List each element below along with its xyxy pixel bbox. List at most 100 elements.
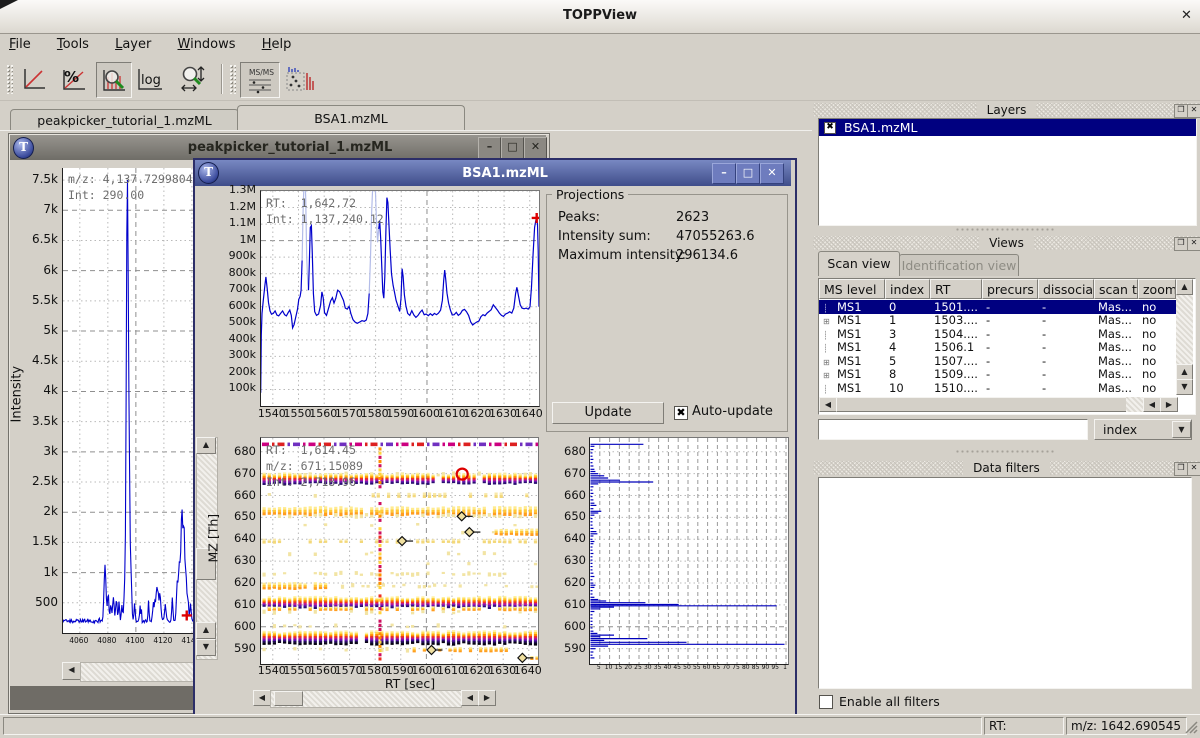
heatmap-hscroll-left2-button[interactable]: ◀: [461, 690, 479, 706]
views-close-icon[interactable]: ✕: [1187, 237, 1200, 251]
table-row[interactable]: ┊MS131504....--Mas...no: [819, 327, 1176, 341]
column-header-scan-ty[interactable]: scan ty: [1094, 279, 1138, 299]
window1-maximize-button[interactable]: □: [501, 137, 524, 159]
scan-table-vscroll-up-button[interactable]: ▲: [1176, 279, 1193, 295]
data-filters-list[interactable]: [818, 477, 1192, 689]
table-cell: ┊MS1: [819, 327, 885, 341]
window-bsa1-title: BSA1.mzML: [219, 166, 791, 181]
zoom-1d-icon[interactable]: [176, 62, 210, 96]
table-row[interactable]: ┊MS101501....--Mas...no: [819, 300, 1176, 314]
table-cell: 1510....: [930, 381, 982, 395]
table-row[interactable]: ⊞MS151507....--Mas...no: [819, 354, 1176, 368]
heatmap-vscroll-up-button[interactable]: ▲: [196, 437, 216, 454]
window-peakpicker-titlebar[interactable]: T peakpicker_tutorial_1.mzML: [10, 135, 546, 160]
heatmap-hscroll-thumb[interactable]: [274, 691, 303, 706]
tab-identification-view[interactable]: Identification view: [899, 254, 1019, 276]
window2-minimize-button[interactable]: –: [712, 163, 736, 184]
column-header-zoom[interactable]: zoom: [1138, 279, 1176, 299]
column-header-rt[interactable]: RT: [930, 279, 982, 299]
tree-branch-icon: ┊: [823, 344, 837, 353]
table-cell: Mas...: [1094, 381, 1138, 395]
filters-close-icon[interactable]: ✕: [1187, 462, 1200, 476]
update-button[interactable]: Update: [552, 402, 664, 424]
expand-icon[interactable]: ⊞: [823, 317, 837, 326]
layers-list[interactable]: ✖ BSA1.mzML: [818, 118, 1197, 226]
msms-glyph: MS/MS: [249, 68, 274, 77]
menu-help[interactable]: Help: [253, 33, 305, 56]
log-intensity-icon[interactable]: log: [133, 62, 167, 96]
table-row[interactable]: ⊞MS181509....--Mas...no: [819, 368, 1176, 382]
column-header-index[interactable]: index: [885, 279, 930, 299]
table-row[interactable]: ┊MS141506.1--Mas...no: [819, 341, 1176, 355]
scan-table-hscroll-thumb[interactable]: [836, 397, 1128, 412]
column-header-ms-level[interactable]: MS level: [819, 279, 885, 299]
toolbar-drag-handle-2[interactable]: [229, 64, 236, 94]
menu-file[interactable]: File: [0, 33, 44, 56]
tab-bsa1[interactable]: BSA1.mzML: [237, 105, 465, 131]
expand-icon[interactable]: ⊞: [823, 371, 837, 380]
table-cell: -: [982, 313, 1038, 327]
table-cell: ┊MS1: [819, 300, 885, 314]
combo-dropdown-icon[interactable]: ▼: [1172, 421, 1191, 438]
column-header-precurs[interactable]: precurs: [982, 279, 1038, 299]
menu-tools[interactable]: Tools: [48, 33, 102, 56]
window1-close-button[interactable]: ✕: [524, 137, 547, 159]
tab-peakpicker[interactable]: peakpicker_tutorial_1.mzML: [10, 109, 239, 131]
scan-table-vscroll-up2-button[interactable]: ▲: [1176, 364, 1193, 380]
column-header-dissocia[interactable]: dissocia: [1038, 279, 1094, 299]
toolbar-drag-handle[interactable]: [6, 64, 13, 94]
table-cell: no: [1138, 313, 1176, 327]
window-bsa1-titlebar[interactable]: T BSA1.mzML: [195, 160, 791, 186]
table-cell: -: [982, 340, 1038, 354]
msms-view-icon[interactable]: MS/MS: [240, 62, 280, 98]
scan-search-input[interactable]: [818, 419, 1088, 440]
window1-hscroll-left-button[interactable]: ◀: [62, 662, 81, 680]
expand-icon[interactable]: ⊞: [823, 358, 837, 367]
table-row[interactable]: ┊MS1101510....--Mas...no: [819, 381, 1176, 395]
resize-grip-icon[interactable]: [1184, 720, 1198, 734]
scan-filter-combo[interactable]: index ▼: [1094, 419, 1192, 440]
auto-update-checkbox[interactable]: ✖: [674, 406, 688, 420]
reset-zoom-icon[interactable]: [17, 62, 51, 96]
dock-splitter-2[interactable]: [955, 449, 1055, 454]
scan-table-vscroll-down-button[interactable]: ▼: [1176, 379, 1193, 395]
menu-windows[interactable]: Windows: [169, 33, 249, 56]
layer-item-bsa1[interactable]: ✖ BSA1.mzML: [819, 119, 1196, 136]
scan-table-body[interactable]: ┊MS101501....--Mas...no⊞MS111503....--Ma…: [819, 300, 1176, 395]
scan-table-hscroll-right-button[interactable]: ▶: [1160, 397, 1178, 412]
menu-layer[interactable]: Layer: [106, 33, 164, 56]
table-cell: no: [1138, 327, 1176, 341]
mz-projection-canvas[interactable]: [589, 437, 789, 665]
scan-table-hscroll-left-button[interactable]: ◀: [819, 397, 837, 412]
tab-scan-view[interactable]: Scan view: [818, 251, 900, 276]
views-float-icon[interactable]: ❐: [1174, 237, 1188, 251]
heatmap-hscroll-right-button[interactable]: ▶: [478, 690, 496, 706]
app-close-button[interactable]: ✕: [1177, 7, 1196, 26]
enable-all-filters-checkbox[interactable]: [819, 695, 833, 709]
layers-float-icon[interactable]: ❐: [1174, 104, 1188, 118]
zoom-spectrum-icon[interactable]: [96, 62, 132, 98]
percent-glyph: %: [64, 68, 79, 86]
table-cell: 8: [885, 367, 930, 381]
window2-close-button[interactable]: ✕: [760, 163, 784, 184]
layer-visibility-checkbox[interactable]: ✖: [824, 122, 836, 134]
heatmap-hscroll-left-button[interactable]: ◀: [253, 690, 271, 706]
table-cell: 1507....: [930, 354, 982, 368]
intensity-percentage-icon[interactable]: %: [57, 62, 91, 96]
table-row[interactable]: ⊞MS111503....--Mas...no: [819, 314, 1176, 328]
layers-dock-header[interactable]: Layers: [813, 103, 1200, 117]
heatmap-vscroll-up2-button[interactable]: ▲: [196, 622, 216, 639]
layers-close-icon[interactable]: ✕: [1187, 104, 1200, 118]
filters-dock-header[interactable]: Data filters: [813, 461, 1200, 475]
filters-float-icon[interactable]: ❐: [1174, 462, 1188, 476]
dot-plot-icon[interactable]: [282, 62, 316, 96]
scan-table-header[interactable]: MS levelindexRTprecursdissociascan tyzoo…: [819, 279, 1176, 299]
dock-splitter-1[interactable]: [955, 227, 1055, 232]
views-dock-header[interactable]: Views: [813, 236, 1200, 250]
scan-table-hscroll-left2-button[interactable]: ◀: [1143, 397, 1161, 412]
window2-maximize-button[interactable]: □: [736, 163, 760, 184]
window1-minimize-button[interactable]: –: [478, 137, 501, 159]
heatmap-vscroll-down-button[interactable]: ▼: [196, 639, 216, 656]
tick-label: 4080: [92, 636, 122, 645]
table-cell: -: [1038, 354, 1094, 368]
